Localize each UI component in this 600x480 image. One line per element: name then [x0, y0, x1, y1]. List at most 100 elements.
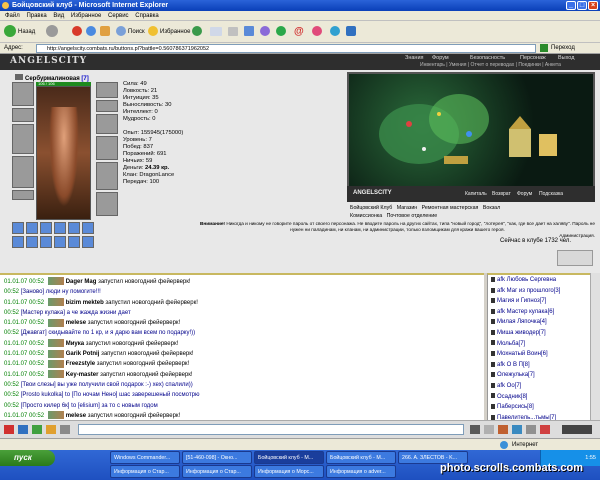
sound-icon[interactable]	[540, 425, 550, 434]
chat-nick[interactable]: [Заново]	[21, 289, 44, 295]
log-icon[interactable]	[512, 425, 522, 434]
online-user-name[interactable]: Осадник[8]	[497, 394, 527, 400]
online-user-name[interactable]: Магия и Гипноз[7]	[497, 298, 546, 304]
online-user[interactable]: afk Оо[7]	[488, 381, 590, 392]
online-user-name[interactable]: Мохнатый Воин[6]	[497, 351, 548, 357]
shield-slot[interactable]	[96, 162, 118, 190]
home-button[interactable]	[100, 25, 112, 39]
online-user-name[interactable]: afk Мастер кулака[6]	[497, 309, 554, 315]
messenger-button[interactable]	[276, 25, 288, 39]
start-button[interactable]: пуск	[0, 450, 55, 466]
user-info-icon[interactable]	[491, 414, 495, 420]
online-user[interactable]: Магия и Гипноз[7]	[488, 296, 590, 307]
task-button[interactable]: Windows Commander...	[110, 451, 180, 464]
location-link-station[interactable]: Вокзал	[483, 205, 500, 211]
online-user[interactable]: Осадник[8]	[488, 392, 590, 403]
online-user-name[interactable]: Паберсись[8]	[497, 404, 534, 410]
task-button[interactable]: Информация о Стар...	[110, 465, 180, 478]
online-user[interactable]: Паберсись[8]	[488, 402, 590, 413]
task-button[interactable]: Информация о Стар...	[182, 465, 252, 478]
tool-button-1[interactable]	[330, 25, 342, 39]
scroll-slot[interactable]	[40, 222, 52, 234]
online-user-name[interactable]: Милая Ляпочка[4]	[497, 319, 547, 325]
location-link-post[interactable]: Почтовое отделение	[387, 213, 438, 219]
armor-slot[interactable]	[12, 156, 34, 188]
discuss-button[interactable]	[260, 25, 272, 39]
favorites-button[interactable]: Избранное	[148, 25, 190, 39]
user-info-icon[interactable]	[491, 340, 495, 346]
stop-button[interactable]	[72, 25, 84, 39]
go-button[interactable]: Переход	[551, 43, 575, 54]
menu-tools[interactable]: Сервис	[108, 13, 129, 19]
online-user[interactable]: Мохнатый Воин[6]	[488, 349, 590, 360]
exit-icon[interactable]	[4, 425, 14, 434]
chat-nick[interactable]: [Просто килер 6к]	[21, 403, 70, 409]
location-link-shop[interactable]: Магазин	[397, 205, 417, 211]
nav-knowledge[interactable]: Знания	[405, 55, 424, 61]
user-info-icon[interactable]	[491, 382, 495, 388]
search-button[interactable]: Поиск	[116, 25, 145, 39]
user-info-icon[interactable]	[491, 372, 495, 378]
scene-link-return[interactable]: Возврат	[492, 191, 511, 197]
mail-button[interactable]	[210, 25, 224, 39]
chat-nick[interactable]: [Мастер кулака]	[21, 310, 65, 316]
user-info-icon[interactable]	[491, 287, 495, 293]
user-info-icon[interactable]	[491, 351, 495, 357]
scroll-slot[interactable]	[82, 222, 94, 234]
menu-help[interactable]: Справка	[135, 13, 159, 19]
scroll-slot[interactable]	[54, 222, 66, 234]
online-user[interactable]: afk Любовь Сергевна	[488, 275, 590, 286]
task-button-active[interactable]: Бойцовский клуб - M...	[254, 451, 324, 464]
location-link-consignment[interactable]: Комиссионка	[350, 213, 382, 219]
user-info-icon[interactable]	[491, 329, 495, 335]
online-user-name[interactable]: Мольба[7]	[497, 341, 525, 347]
nav-exit[interactable]: Выход	[558, 55, 574, 61]
location-scene[interactable]	[347, 72, 595, 202]
online-user-name[interactable]: Миша живодер[7]	[497, 330, 546, 336]
online-user-name[interactable]: afk Маг из прошлого[3]	[497, 288, 560, 294]
menu-file[interactable]: Файл	[5, 13, 20, 19]
chat-nick[interactable]: melese	[66, 320, 86, 326]
task-button[interactable]: Бойцовский клуб - M...	[326, 451, 396, 464]
menu-view[interactable]: Вид	[53, 13, 64, 19]
settings-icon[interactable]	[60, 425, 70, 434]
filter-icon[interactable]	[46, 425, 56, 434]
close-button[interactable]: ×	[588, 1, 598, 10]
weapon-slot[interactable]	[12, 124, 34, 154]
user-info-icon[interactable]	[491, 308, 495, 314]
history-button[interactable]	[192, 25, 204, 39]
scroll-slot[interactable]	[26, 222, 38, 234]
scroll-slot[interactable]	[26, 236, 38, 248]
maximize-button[interactable]: □	[577, 1, 587, 10]
scroll-slot[interactable]	[12, 222, 24, 234]
edit-button[interactable]	[244, 25, 256, 39]
at-button[interactable]: @	[294, 25, 304, 39]
chat-nick[interactable]: [Prosto kukolka]	[21, 392, 64, 398]
chat-nick[interactable]: Garik Potnij	[66, 351, 100, 357]
scene-link-capital[interactable]: Капиталь	[465, 191, 487, 197]
online-user-name[interactable]: Олежулька[7]	[497, 372, 535, 378]
site-counter-badge[interactable]	[557, 250, 593, 266]
user-info-icon[interactable]	[491, 276, 495, 282]
scroll-slot[interactable]	[54, 236, 66, 248]
nav-forum[interactable]: Форум	[432, 55, 449, 61]
nav-sub-links[interactable]: Инвентарь | Умения | Отчет о переводах |…	[420, 62, 561, 68]
chat-nick[interactable]: Key-master	[66, 372, 99, 378]
online-user[interactable]: Милая Ляпочка[4]	[488, 317, 590, 328]
online-user[interactable]: afk О В П[8]	[488, 360, 590, 371]
chat-nick[interactable]: [Твои слезы]	[21, 382, 56, 388]
online-user[interactable]: Миша живодер[7]	[488, 328, 590, 339]
user-info-icon[interactable]	[491, 361, 495, 367]
user-info-icon[interactable]	[491, 298, 495, 304]
translit-icon[interactable]	[484, 425, 494, 434]
chat-nick[interactable]: bizim mekteb	[66, 300, 104, 306]
earring-slot[interactable]	[96, 82, 118, 98]
forward-button[interactable]	[46, 25, 60, 39]
back-button[interactable]: Назад	[4, 25, 35, 39]
scroll-slot[interactable]	[68, 222, 80, 234]
amulet-slot[interactable]	[96, 100, 118, 112]
user-info-icon[interactable]	[491, 319, 495, 325]
task-button[interactable]: Информация о Морс...	[254, 465, 324, 478]
user-info-icon[interactable]	[491, 393, 495, 399]
minimize-button[interactable]: _	[566, 1, 576, 10]
